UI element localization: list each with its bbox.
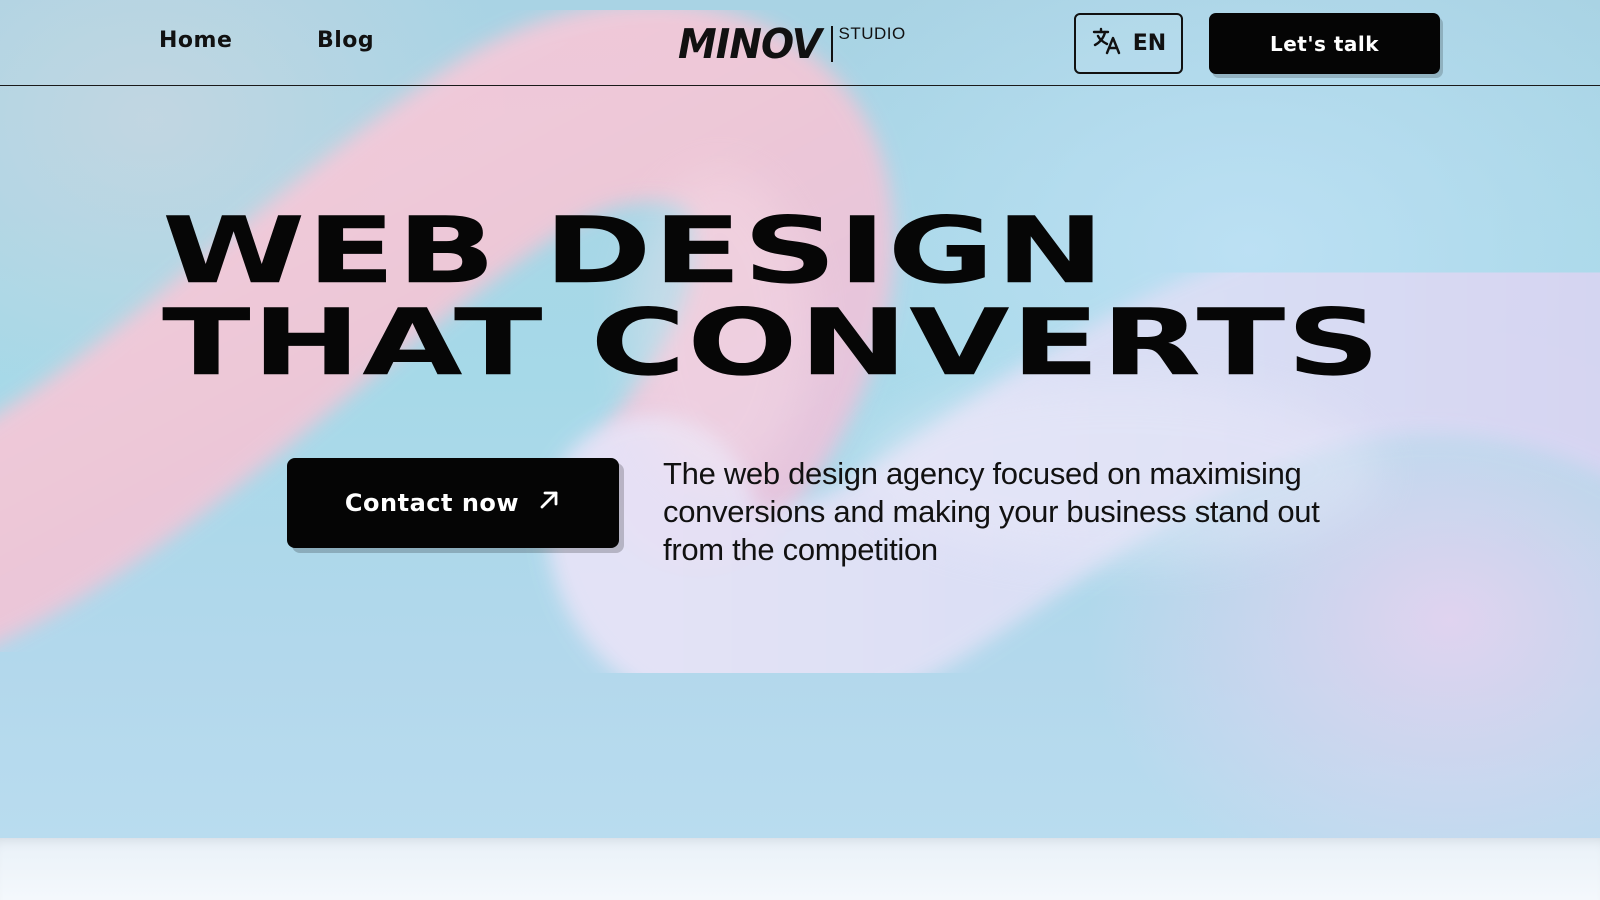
logo-divider — [830, 26, 833, 62]
nav-home-link[interactable]: Home — [159, 28, 232, 53]
hero-headline: WEB DESIGN THAT CONVERTS — [162, 205, 1382, 389]
hero-headline-line-2: THAT CONVERTS — [162, 288, 1382, 397]
hero-tagline: The web design agency focused on maximis… — [663, 456, 1320, 567]
next-section-edge — [0, 838, 1600, 900]
hero-section: Home Blog MINOV STUDIO EN Let's talk WEB… — [0, 0, 1600, 838]
contact-now-label: Contact now — [344, 489, 520, 517]
nav-blog-link[interactable]: Blog — [317, 28, 374, 53]
arrow-up-right-icon — [537, 488, 561, 518]
studio-logo[interactable]: MINOV STUDIO — [678, 22, 906, 66]
translate-icon — [1091, 25, 1123, 62]
language-selector-button[interactable]: EN — [1074, 13, 1183, 74]
site-header: Home Blog MINOV STUDIO EN Let's talk — [0, 0, 1600, 86]
contact-now-button[interactable]: Contact now — [287, 458, 619, 548]
logo-suffix: STUDIO — [838, 24, 906, 43]
hero-headline-line-1: WEB DESIGN — [162, 196, 1106, 305]
hero-background-shape — [0, 1, 1600, 721]
language-label: EN — [1132, 31, 1167, 56]
logo-wordmark: MINOV — [678, 20, 822, 68]
lets-talk-button[interactable]: Let's talk — [1209, 13, 1440, 74]
